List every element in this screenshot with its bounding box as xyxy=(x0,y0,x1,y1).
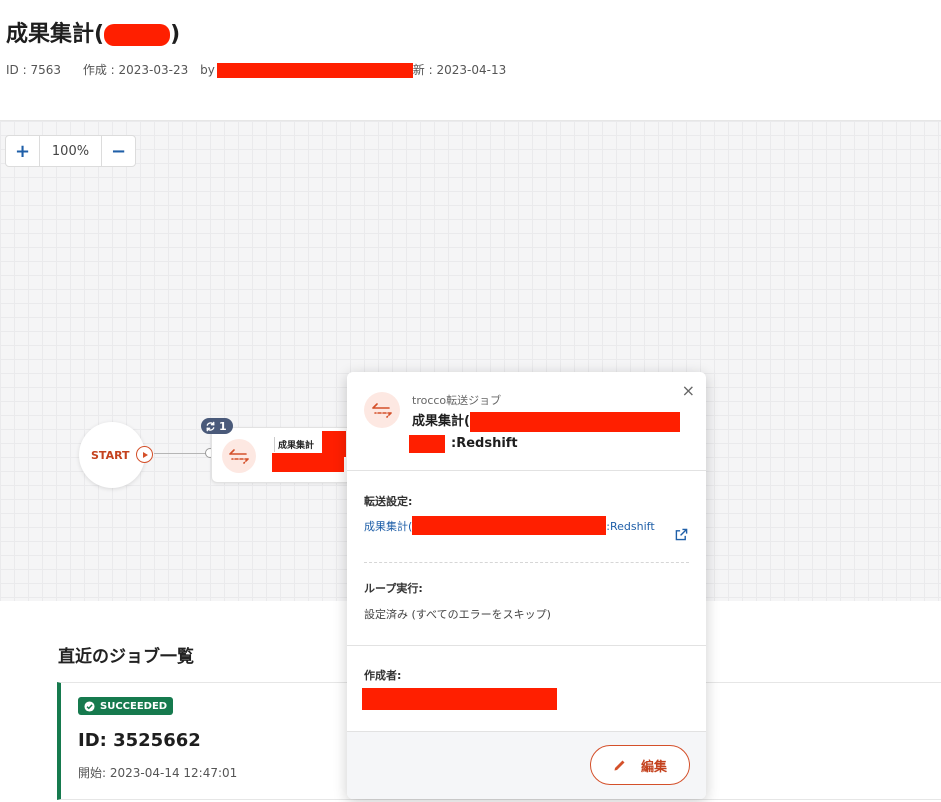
page-title-suffix: ) xyxy=(170,22,181,47)
transfer-link-prefix: 成果集計( xyxy=(364,520,413,533)
page-title: 成果集計() xyxy=(6,16,180,48)
transfer-icon xyxy=(364,392,400,428)
page-title-prefix: 成果集計( xyxy=(6,22,105,47)
job-run-id: ID: 3525662 xyxy=(78,730,201,751)
close-icon[interactable]: × xyxy=(682,381,695,400)
divider xyxy=(364,562,689,563)
redacted-title-segment xyxy=(104,24,171,46)
connector-line xyxy=(154,453,206,454)
redacted-node-name-2 xyxy=(322,431,346,457)
divider xyxy=(347,470,706,471)
job-name-prefix: 成果集計( xyxy=(412,414,470,429)
loop-setting-value: 設定済み (すべてのエラーをスキップ) xyxy=(364,608,551,621)
creator-label: 作成者: xyxy=(364,669,402,682)
status-text: SUCCEEDED xyxy=(100,700,168,712)
zoom-out-button[interactable]: − xyxy=(102,136,135,166)
job-detail-popup: × trocco転送ジョブ 成果集計( :Redshift 転送設定: 成果集計… xyxy=(347,372,706,799)
created-date: 作成 : 2023-03-23 xyxy=(82,63,189,77)
check-circle-icon xyxy=(84,700,95,712)
edit-button[interactable]: 編集 xyxy=(590,745,690,785)
external-link-icon[interactable] xyxy=(675,526,688,545)
edit-label: 編集 xyxy=(640,759,667,775)
transfer-setting-label: 転送設定: xyxy=(364,495,413,508)
start-label: START xyxy=(91,448,130,462)
redacted-creator-name xyxy=(362,688,557,710)
zoom-level: 100% xyxy=(39,136,102,166)
pencil-icon xyxy=(614,760,625,771)
divider xyxy=(347,645,706,646)
recent-jobs-title: 直近のジョブ一覧 xyxy=(58,647,194,667)
zoom-in-button[interactable]: + xyxy=(6,136,39,166)
transfer-icon xyxy=(222,439,256,473)
job-node[interactable]: 成果集計 xyxy=(211,427,361,483)
status-badge: SUCCEEDED xyxy=(78,697,174,715)
redacted-transfer-name xyxy=(412,516,607,535)
popup-footer: 編集 xyxy=(347,731,706,799)
job-meta: ID : 7563 作成 : 2023-03-23 by 新 : 2023-04-… xyxy=(6,61,512,78)
loop-count: 1 xyxy=(219,419,227,433)
transfer-link-suffix: :Redshift xyxy=(606,520,655,533)
loop-icon xyxy=(206,421,215,431)
job-name: 成果集計( :Redshift xyxy=(409,411,692,455)
loop-setting-label: ループ実行: xyxy=(364,582,423,595)
job-node-label: 成果集計 xyxy=(274,437,318,452)
job-start-time: 開始: 2023-04-14 12:47:01 xyxy=(78,766,238,780)
job-name-suffix: :Redshift xyxy=(451,436,518,451)
redacted-creator xyxy=(216,63,413,78)
redacted-job-name xyxy=(469,411,680,432)
start-node[interactable]: START xyxy=(79,422,153,488)
play-icon xyxy=(136,446,153,463)
updated-date: 新 : 2023-04-13 xyxy=(412,63,507,77)
job-id: ID : 7563 xyxy=(6,63,61,77)
zoom-controls: + 100% − xyxy=(5,135,136,167)
transfer-setting-link[interactable]: 成果集計( :Redshift xyxy=(364,516,672,535)
created-by-prefix: by xyxy=(200,63,215,77)
loop-badge: 1 xyxy=(201,418,233,434)
redacted-job-name-2 xyxy=(409,434,445,453)
job-type: trocco転送ジョブ xyxy=(412,394,502,407)
